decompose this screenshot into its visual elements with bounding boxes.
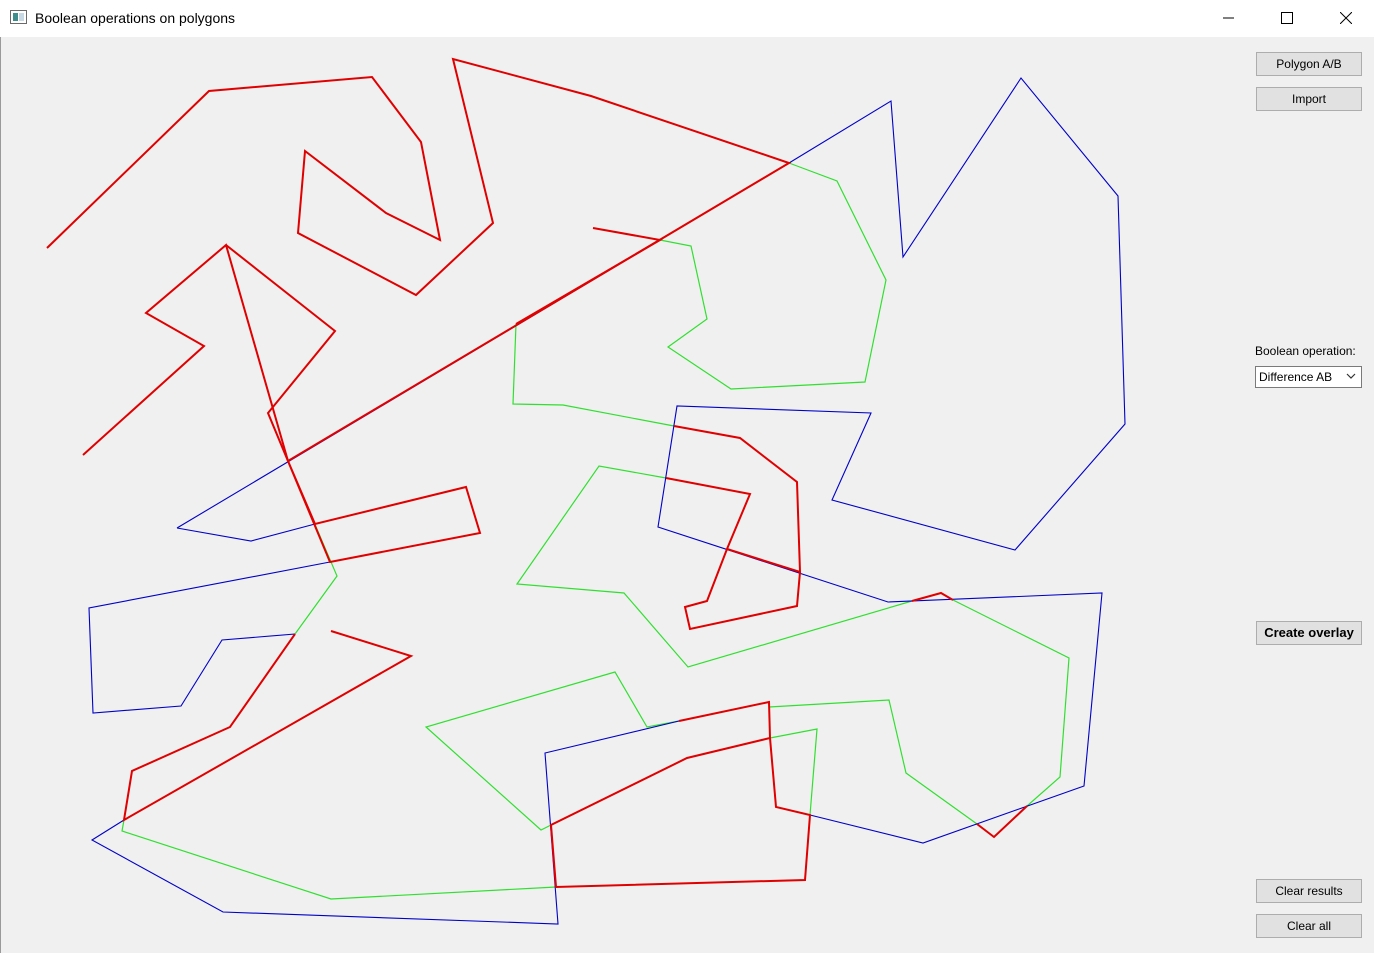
polygon-a-edge-3	[665, 425, 802, 574]
result-edge-0	[659, 162, 887, 390]
clear-all-button[interactable]: Clear all	[1256, 914, 1362, 938]
drawing-canvas[interactable]	[0, 37, 1245, 953]
polygon-a-edge-4	[683, 548, 801, 631]
result-edge-8	[769, 728, 818, 816]
polygon-b-edge-3	[90, 720, 680, 925]
polygon-a	[46, 57, 1028, 889]
boolean-operation-value: Difference AB	[1259, 370, 1333, 384]
close-button[interactable]	[1323, 0, 1369, 36]
boolean-operation-select[interactable]: Difference AB	[1255, 366, 1362, 388]
maximize-icon	[1281, 12, 1293, 24]
polygon-b-edge-2	[88, 561, 331, 714]
boolean-operation-label: Boolean operation:	[1255, 344, 1356, 358]
app-icon	[10, 10, 27, 24]
polygon-a-edge-0	[46, 57, 792, 463]
result-edge-1	[512, 323, 675, 427]
result-edge-7	[121, 819, 557, 900]
result-edge-5	[768, 699, 978, 825]
polygon-drawing	[46, 57, 1126, 925]
polygon-a-edge-1	[225, 244, 482, 564]
polygon-a-edge-2	[515, 227, 663, 325]
polygon-b-edge-1	[176, 523, 316, 542]
chevron-down-icon	[1346, 373, 1356, 379]
result-edge-3	[515, 465, 913, 668]
result-polygons	[121, 162, 1070, 900]
create-overlay-button[interactable]: Create overlay	[1256, 621, 1362, 645]
maximize-button[interactable]	[1264, 0, 1310, 36]
polygon-a-edge-5	[122, 630, 414, 822]
window-title: Boolean operations on polygons	[35, 10, 236, 26]
polygon-a-edge-6	[549, 700, 812, 889]
title-bar: Boolean operations on polygons	[0, 0, 1374, 37]
clear-results-button[interactable]: Clear results	[1256, 879, 1362, 903]
minimize-icon	[1223, 17, 1234, 19]
result-edge-2	[287, 460, 338, 635]
close-icon	[1340, 12, 1352, 24]
polygon-ab-button[interactable]: Polygon A/B	[1256, 52, 1362, 76]
import-button[interactable]: Import	[1256, 87, 1362, 111]
result-edge-4	[952, 599, 1070, 807]
minimize-button[interactable]	[1206, 0, 1252, 36]
